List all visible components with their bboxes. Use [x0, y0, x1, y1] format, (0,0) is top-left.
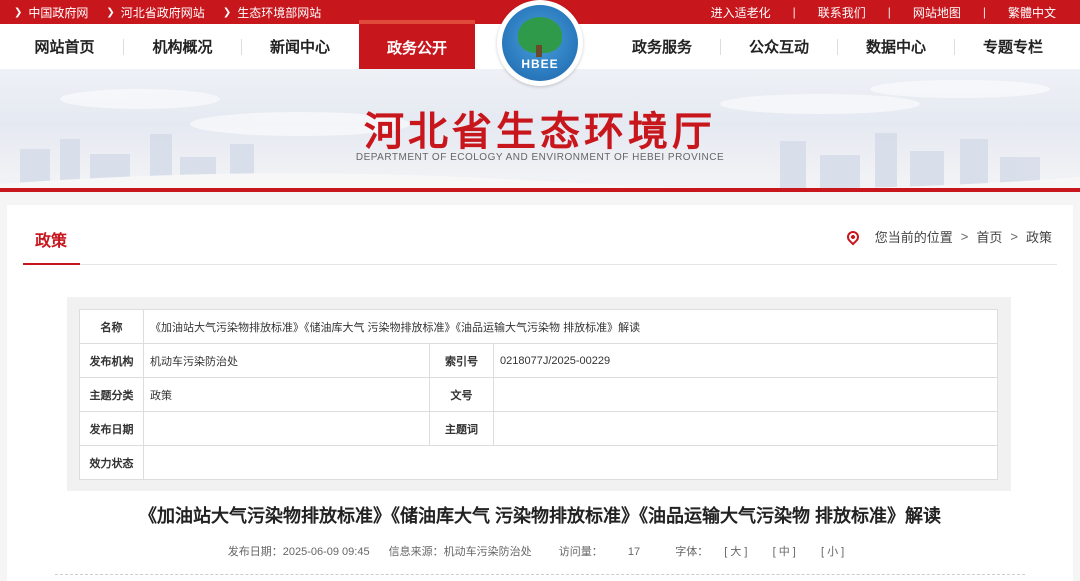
link-gov-cn[interactable]: ❯ 中国政府网	[14, 4, 88, 21]
chevron-right-icon: ❯	[106, 6, 115, 18]
nav-item-services[interactable]: 政务服务	[604, 24, 720, 69]
chevron-right-icon: ❯	[222, 6, 232, 18]
metadata-table: 名称 《加油站大气污染物排放标准》《储油库大气 污染物排放标准》《油品运输大气污…	[79, 309, 998, 480]
chevron-right-icon: >	[960, 229, 969, 244]
separator: |	[792, 5, 796, 19]
status-value	[143, 445, 998, 480]
nav-item-about[interactable]: 机构概况	[124, 24, 241, 69]
views-label: 访问量：	[558, 546, 603, 558]
font-label: 字体：	[675, 546, 709, 558]
separator: |	[982, 5, 986, 19]
nav-item-data-center[interactable]: 数据中心	[838, 24, 954, 69]
section-title: 政策	[35, 233, 68, 250]
link-contact-us[interactable]: 联系我们	[818, 4, 866, 21]
nav-item-home[interactable]: 网站首页	[6, 24, 123, 69]
nav-item-interaction[interactable]: 公众互动	[721, 24, 837, 69]
link-elderly-mode[interactable]: 进入适老化	[711, 4, 771, 21]
chevron-right-icon: ❯	[14, 6, 23, 18]
table-row: 效力状态	[79, 445, 998, 480]
link-hebei-gov[interactable]: ❯ 河北省政府网站	[106, 4, 204, 21]
link-mee[interactable]: ❯ 生态环境部网站	[223, 4, 321, 21]
status-label: 效力状态	[79, 445, 144, 480]
section-rule	[23, 264, 1057, 265]
docno-label: 文号	[429, 377, 494, 412]
location-label: 您当前的位置	[874, 230, 953, 245]
org-value: 机动车污染防治处	[143, 343, 430, 378]
external-links: ❯ 中国政府网 ❯ 河北省政府网站 ❯ 生态环境部网站	[14, 0, 339, 24]
nav-item-news[interactable]: 新闻中心	[242, 24, 358, 69]
date-label: 发布日期	[79, 411, 144, 446]
docno-value	[493, 377, 998, 412]
nav-item-gov-affairs[interactable]: 政务公开	[359, 20, 475, 70]
breadcrumb-policy[interactable]: 政策	[1026, 227, 1052, 246]
separator: |	[887, 5, 891, 19]
breadcrumb-home[interactable]: 首页	[976, 227, 1002, 246]
table-row: 名称 《加油站大气污染物排放标准》《储油库大气 污染物排放标准》《油品运输大气污…	[79, 309, 998, 344]
name-label: 名称	[79, 309, 144, 344]
category-label: 主题分类	[79, 377, 144, 412]
publish-date: 发布日期：2025-06-09 09:45	[227, 546, 370, 558]
document-title: 《加油站大气污染物排放标准》《储油库大气 污染物排放标准》《油品运输大气污染物 …	[139, 506, 941, 526]
site-title: 河北省生态环境厅	[364, 108, 716, 155]
keyword-value	[493, 411, 998, 446]
info-source: 信息来源：机动车污染防治处	[388, 546, 532, 558]
index-value: 0218077J/2025-00229	[493, 343, 998, 378]
location-pin-icon	[844, 228, 862, 245]
category-value: 政策	[143, 377, 430, 412]
table-row: 发布日期 主题词	[79, 411, 998, 446]
logo-text: HBEE	[521, 57, 559, 71]
keyword-label: 主题词	[429, 411, 494, 446]
site-logo[interactable]: HBEE	[497, 0, 583, 86]
view-count: 访问量： 17	[551, 546, 648, 558]
name-value: 《加油站大气污染物排放标准》《储油库大气 污染物排放标准》《油品运输大气污染物 …	[143, 309, 998, 344]
font-medium-button[interactable]: [ 中 ]	[773, 546, 796, 558]
metadata-box: 名称 《加油站大气污染物排放标准》《储油库大气 污染物排放标准》《油品运输大气污…	[67, 297, 1011, 491]
views-value: 17	[627, 546, 641, 558]
chevron-right-icon: >	[1010, 229, 1018, 244]
section-underline	[23, 263, 80, 265]
link-site-map[interactable]: 网站地图	[913, 4, 961, 21]
site-subtitle: DEPARTMENT OF ECOLOGY AND ENVIRONMENT OF…	[355, 152, 725, 163]
dashed-divider	[55, 574, 1025, 575]
table-row: 主题分类 政策 文号	[79, 377, 998, 412]
table-row: 发布机构 机动车污染防治处 索引号 0218077J/2025-00229	[79, 343, 998, 378]
content-panel: 政策 您当前的位置 > 首页 > 政策 名称 《加油站大气污染物排放标准》《储油…	[7, 205, 1073, 581]
date-value	[143, 411, 430, 446]
banner-divider	[0, 188, 1080, 192]
header-banner: 河北省生态环境厅 DEPARTMENT OF ECOLOGY AND ENVIR…	[0, 69, 1080, 191]
font-large-button[interactable]: [ 大 ]	[724, 546, 747, 558]
breadcrumb: 您当前的位置 > 首页 > 政策	[844, 227, 1052, 246]
nav-item-topics[interactable]: 专题专栏	[955, 24, 1071, 69]
org-label: 发布机构	[79, 343, 144, 378]
link-traditional-chinese[interactable]: 繁體中文	[1008, 4, 1056, 21]
document-meta: 发布日期：2025-06-09 09:45 信息来源：机动车污染防治处 访问量：…	[7, 543, 1073, 559]
font-small-button[interactable]: [ 小 ]	[821, 546, 844, 558]
font-size-controls: 字体： [ 大 ] [ 中 ] [ 小 ]	[667, 546, 852, 558]
index-label: 索引号	[429, 343, 494, 378]
trunk-shape	[536, 45, 542, 57]
utility-links: 进入适老化 | 联系我们 | 网站地图 | 繁體中文	[711, 0, 1056, 24]
logo-emblem: HBEE	[502, 5, 578, 81]
